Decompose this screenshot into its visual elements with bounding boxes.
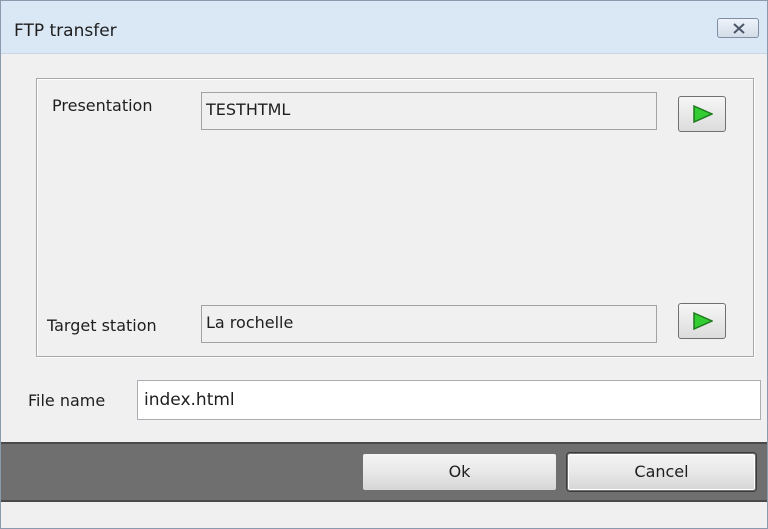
- play-arrow-icon: [693, 312, 713, 330]
- play-arrow-icon: [693, 105, 713, 123]
- presentation-label: Presentation: [52, 96, 153, 115]
- target-station-field[interactable]: La rochelle: [201, 305, 657, 343]
- title-bar: FTP transfer: [1, 1, 767, 54]
- presentation-select-button[interactable]: [678, 96, 726, 132]
- ftp-transfer-dialog: FTP transfer Presentation TESTHTML Targe…: [0, 0, 768, 529]
- file-name-input[interactable]: [137, 380, 761, 420]
- dialog-button-bar: Ok Cancel: [1, 442, 767, 502]
- dialog-bottom-edge: [1, 502, 767, 528]
- close-icon: [733, 23, 745, 34]
- ok-button[interactable]: Ok: [362, 453, 557, 491]
- target-station-label: Target station: [47, 316, 157, 335]
- cancel-button[interactable]: Cancel: [567, 453, 756, 491]
- window-title: FTP transfer: [14, 21, 117, 41]
- presentation-field[interactable]: TESTHTML: [201, 92, 657, 130]
- file-name-label: File name: [28, 391, 106, 410]
- target-station-select-button[interactable]: [678, 303, 726, 339]
- close-button[interactable]: [717, 18, 759, 38]
